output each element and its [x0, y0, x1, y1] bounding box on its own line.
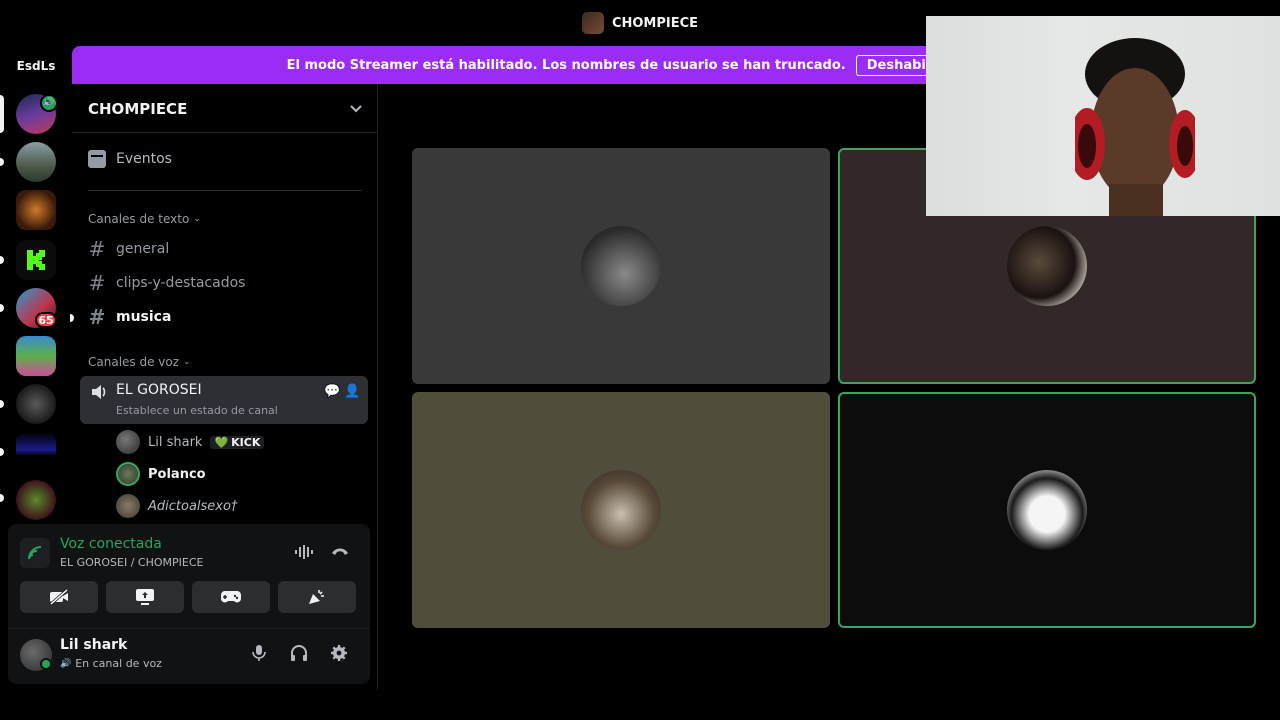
window-title: CHOMPIECE — [611, 15, 699, 31]
channel-label: general — [116, 241, 170, 257]
category-label: Canales de voz — [88, 355, 180, 369]
noise-suppression-icon[interactable] — [294, 544, 314, 564]
voice-channels-category[interactable]: Canales de voz ⌄ — [88, 355, 191, 369]
voice-connection-panel: Voz conectada EL GOROSEI / CHOMPIECE Lil… — [8, 524, 370, 684]
events-label: Eventos — [116, 151, 172, 167]
voice-member[interactable]: Adictoalsexo† — [116, 492, 237, 520]
voice-channel-el-gorosei[interactable]: EL GOROSEI Establece un estado de canal … — [80, 376, 368, 424]
hash-icon: # — [88, 305, 106, 329]
category-label: Canales de texto — [88, 212, 190, 226]
channel-general[interactable]: # general — [88, 234, 170, 264]
selected-server-indicator — [0, 95, 4, 133]
channel-clips-y-destacados[interactable]: # clips-y-destacados — [88, 268, 246, 298]
webcam-person — [1075, 38, 1195, 216]
camera-off-button[interactable] — [20, 581, 98, 613]
user-status-text: En canal de voz — [75, 657, 162, 670]
member-name: Adictoalsexo† — [148, 498, 238, 514]
server-icon-3[interactable] — [16, 190, 56, 230]
signal-icon — [20, 538, 50, 568]
kick-badge: 💚 KICK — [210, 435, 265, 449]
participant-avatar — [581, 470, 661, 550]
kick-label: KICK — [231, 435, 261, 449]
streamer-mode-banner: El modo Streamer está habilitado. Los no… — [72, 46, 952, 84]
text-channels-category[interactable]: Canales de texto ⌄ — [88, 212, 201, 226]
heart-icon: 💚 — [214, 435, 229, 449]
server-icon-gaming-community[interactable] — [16, 384, 56, 424]
server-icon — [581, 12, 604, 34]
participant-avatar — [1007, 470, 1087, 550]
chevron-down-icon: ⌄ — [193, 214, 201, 224]
server-header[interactable]: CHOMPIECE — [88, 98, 362, 120]
voice-connected-label: Voz conectada — [60, 536, 162, 552]
voice-channel-path[interactable]: EL GOROSEI / CHOMPIECE — [60, 556, 204, 569]
online-status-indicator — [40, 658, 52, 670]
gamepad-icon — [221, 591, 241, 603]
server-icon-2[interactable] — [16, 142, 56, 182]
screen-share-button[interactable] — [106, 581, 184, 613]
server-icon-6[interactable] — [16, 336, 56, 376]
participant-avatar — [581, 226, 661, 306]
server-icon-small-connect[interactable] — [16, 432, 56, 472]
participant-avatar — [1007, 226, 1087, 306]
camera-off-icon — [50, 589, 68, 605]
avatar — [116, 430, 140, 454]
divider — [8, 628, 370, 629]
voice-member[interactable]: Lil shark 💚 KICK — [116, 428, 265, 456]
soundboard-button[interactable] — [278, 581, 356, 613]
member-name: Polanco — [148, 466, 206, 482]
divider — [88, 190, 362, 191]
soundboard-icon — [309, 590, 324, 604]
channel-musica[interactable]: # musica — [88, 302, 172, 332]
screen-share-icon — [136, 589, 154, 605]
member-name: Lil shark — [148, 434, 203, 450]
chevron-down-icon: ⌄ — [183, 357, 191, 367]
video-tile[interactable] — [412, 148, 830, 384]
direct-messages-button[interactable]: EsdLs — [16, 46, 56, 86]
divider — [72, 132, 377, 133]
user-name[interactable]: Lil shark — [60, 637, 127, 653]
unread-indicator — [70, 314, 74, 322]
microphone-icon[interactable] — [252, 644, 266, 667]
video-tile-speaking[interactable] — [838, 392, 1256, 628]
voice-speaker-icon: 🔊 — [40, 94, 58, 112]
headphones-icon[interactable] — [290, 644, 308, 667]
video-tile[interactable] — [412, 392, 830, 628]
chat-bubble-icon[interactable]: 💬 — [324, 384, 340, 399]
speaker-icon — [92, 385, 106, 399]
speaker-icon: 🔊 — [60, 658, 72, 669]
activities-button[interactable] — [192, 581, 270, 613]
events-item[interactable]: Eventos — [88, 150, 172, 168]
hash-icon: # — [88, 271, 106, 295]
server-icon-8[interactable] — [16, 480, 56, 520]
avatar — [116, 462, 140, 486]
kick-server-icon[interactable] — [16, 240, 56, 280]
server-name: CHOMPIECE — [88, 100, 188, 118]
invite-user-icon[interactable]: 👤 — [344, 384, 360, 399]
channel-status[interactable]: Establece un estado de canal — [116, 404, 278, 417]
banner-text: El modo Streamer está habilitado. Los no… — [286, 57, 846, 73]
avatar — [116, 494, 140, 518]
settings-gear-icon[interactable] — [330, 644, 348, 667]
channel-label: musica — [116, 309, 172, 325]
voice-member[interactable]: Polanco — [116, 460, 206, 488]
disconnect-icon[interactable] — [330, 544, 350, 560]
voice-channel-name: EL GOROSEI — [116, 382, 202, 398]
chevron-down-icon — [350, 105, 362, 113]
hash-icon: # — [88, 237, 106, 261]
mention-badge: 65 — [35, 312, 57, 328]
user-status: 🔊 En canal de voz — [60, 657, 162, 670]
calendar-icon — [88, 150, 106, 168]
channel-label: clips-y-destacados — [116, 275, 246, 291]
